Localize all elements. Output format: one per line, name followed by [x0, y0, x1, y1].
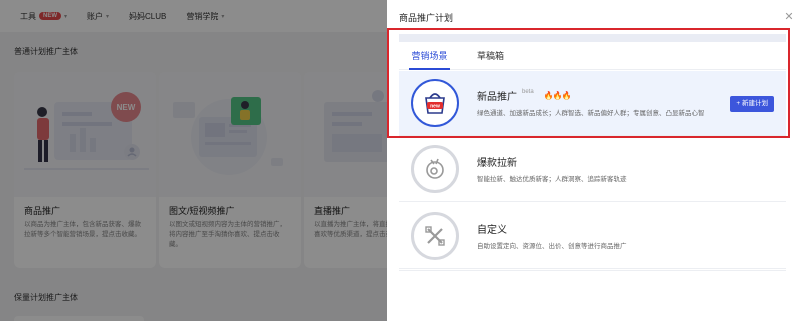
custom-tools-icon — [411, 212, 459, 260]
close-icon[interactable]: ✕ — [784, 12, 794, 23]
scene-desc: 智能拉新、触达优质新客；人群洞察、追踪新客轨迹 — [477, 176, 627, 183]
drawer-title: 商品推广计划 — [399, 12, 454, 23]
scene-title: 自定义 — [477, 221, 507, 236]
hot-item-icon — [411, 145, 459, 193]
scene-hot-item[interactable]: 爆款拉新 智能拉新、触达优质新客；人群洞察、追踪新客轨迹 — [399, 137, 786, 202]
scene-title-text: 爆款拉新 — [477, 158, 517, 169]
modal-overlay[interactable] — [0, 0, 387, 321]
scene-desc: 自助设置定向、资源位、出价、创意等进行商品推广 — [477, 243, 627, 250]
promotion-plan-drawer: 商品推广计划 ✕ 营销场景 草稿箱 new 新品推广 beta 🔥🔥🔥 绿色通道… — [387, 0, 800, 321]
scene-custom[interactable]: 自定义 自助设置定向、资源位、出价、创意等进行商品推广 — [399, 204, 786, 269]
scene-title: 爆款拉新 — [477, 154, 517, 169]
divider — [399, 270, 786, 271]
highlight-annotation — [387, 28, 790, 138]
scene-title-text: 自定义 — [477, 225, 507, 236]
